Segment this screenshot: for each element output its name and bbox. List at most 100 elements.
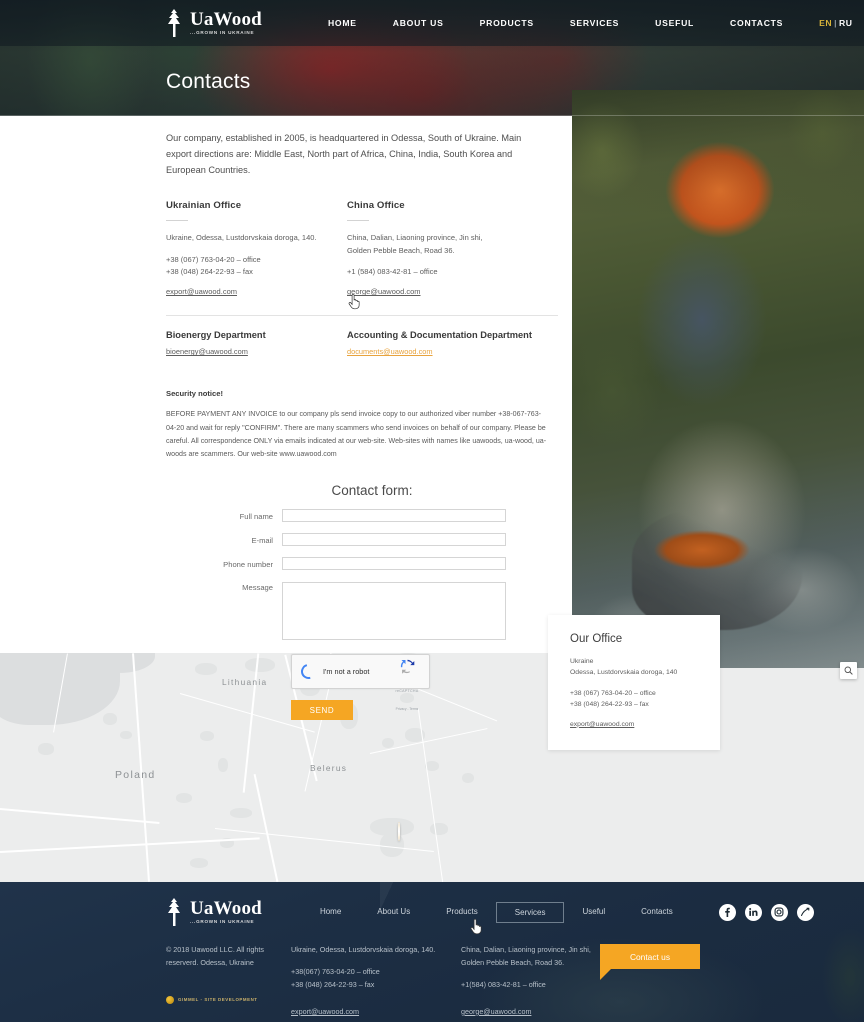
footer-nav-about-us[interactable]: About Us [359,902,428,923]
our-office-address: Odessa, Lustdorvskaia doroga, 140 [570,668,678,676]
office-phone: +38 (067) 763-04-20 – office [166,254,261,264]
office-address-line: Ukraine, Odessa, Lustdorvskaia doroga, 1… [166,233,317,243]
footer-nav: Home About Us Products Services Useful C… [302,901,691,923]
footer-copyright-column: © 2018 Uawood LLC. All rights reserverd.… [166,944,291,1019]
tree-logo-icon [166,9,183,37]
recaptcha-branding: reCAPTCHA Privacy - Terms [390,659,424,715]
copyright-line-2: reserverd. Odessa, Ukraine [166,957,254,967]
lang-ru[interactable]: RU [839,18,852,28]
footer-ua-email-link[interactable]: export@uawood.com [291,1007,359,1016]
department-email-link[interactable]: documents@uawood.com [347,347,433,356]
office-email-link[interactable]: export@uawood.com [166,287,237,296]
map-area [462,773,474,783]
nav-item-services[interactable]: SERVICES [552,18,637,28]
office-email-link[interactable]: george@uawood.com [347,287,421,296]
lumberjack-photo [572,90,864,668]
office-title: China Office [347,200,405,212]
fullname-input[interactable] [282,508,506,522]
map-location-pin[interactable] [398,822,409,841]
instagram-icon[interactable] [770,903,788,921]
department-email-link[interactable]: bioenergy@uawood.com [166,347,248,356]
photo-shading [572,90,864,668]
our-office-fax: +38 (048) 264-22-93 – fax [570,700,649,708]
tree-logo-icon [166,898,183,926]
map-search-control[interactable] [840,662,857,679]
map-road [0,808,160,824]
security-notice-body: BEFORE PAYMENT ANY INVOICE to our compan… [166,410,547,458]
map-area [430,823,448,835]
our-office-email-link[interactable]: export@uawood.com [570,721,634,728]
footer-nav-home[interactable]: Home [302,902,359,923]
map-area [190,858,208,868]
section-divider [166,315,558,317]
footer-ua-fax: +38 (048) 264-22-93 – fax [291,979,375,989]
map-label-belarus: Belerus [310,763,348,773]
office-fax: +38 (048) 264-22-93 – fax [166,267,253,277]
main-content: Our company, established in 2005, is hea… [0,116,572,744]
footer-cn-email-link[interactable]: george@uawood.com [461,1007,531,1016]
phone-label: Phone number [223,559,273,569]
message-textarea[interactable] [282,581,506,640]
footer-nav-services[interactable]: Services [495,901,565,923]
hero-divider [0,115,864,116]
nav-item-about-us[interactable]: ABOUT US [375,18,462,28]
footer-ukraine-column: Ukraine, Odessa, Lustdorvskaia doroga, 1… [291,944,461,1019]
form-row-message: Message [166,581,558,640]
nav-item-home[interactable]: HOME [310,18,375,28]
office-phone: +1 (584) 083-42-81 – office [347,267,438,277]
site-logo[interactable]: UaWood ...GROWN IN UKRAINE [166,9,262,37]
office-address-line: Golden Pebble Beach, Road 36. [347,245,455,255]
lang-separator: | [834,18,838,28]
logo-tagline: ...GROWN IN UKRAINE [190,30,255,36]
form-row-email: E-mail [166,532,558,546]
recaptcha-checkbox[interactable] [298,661,319,682]
map-area [38,743,54,755]
our-office-country: Ukraine [570,658,594,665]
recaptcha-icon [400,659,415,678]
page-title: Contacts [166,70,251,93]
contact-us-bubble-tail [600,969,611,980]
offices-section: Ukrainian Office Ukraine, Odessa, Lustdo… [166,200,558,299]
phone-input[interactable] [282,556,506,570]
developer-credit[interactable]: GIMMEL - SITE DEVELOPMENT [166,995,291,1004]
send-button[interactable]: SEND [291,700,353,721]
recaptcha-brand-text: reCAPTCHA [395,688,419,693]
footer-social-links [718,903,814,921]
language-switcher[interactable]: EN | RU [819,18,852,28]
email-input[interactable] [282,532,506,546]
recaptcha-links[interactable]: Privacy - Terms [396,707,419,711]
fullname-label: Full name [239,511,273,521]
form-row-phone: Phone number [166,556,558,570]
footer-ua-phone: +38(067) 763-04-20 – office [291,966,380,976]
office-address-line: China, Dalian, Liaoning province, Jin sh… [347,233,483,243]
nav-item-products[interactable]: PRODUCTS [462,18,552,28]
footer-nav-useful[interactable]: Useful [564,902,623,923]
office-block-ukraine: Ukrainian Office Ukraine, Odessa, Lustdo… [166,200,347,299]
email-label: E-mail [251,535,273,545]
department-title: Bioenergy Department [166,330,266,341]
title-underline [347,220,369,222]
map-label-poland: Poland [115,769,156,781]
our-office-title: Our Office [570,633,623,645]
copyright-line-1: © 2018 Uawood LLC. All rights [166,945,264,954]
facebook-icon[interactable] [718,903,736,921]
footer-nav-products[interactable]: Products [428,902,496,923]
map-area [230,808,252,818]
submit-row: SEND [166,700,558,745]
contact-us-button[interactable]: Contact us [600,944,700,969]
recaptcha-widget[interactable]: I'm not a robot reCAPTCHA Privacy - Term… [291,653,430,711]
footer-logo-tagline: ...GROWN IN UKRAINE [190,919,255,925]
footer-bottom-row: © 2018 Uawood LLC. All rights reserverd.… [166,944,864,1019]
nav-item-useful[interactable]: USEFUL [637,18,712,28]
top-navigation-bar: UaWood ...GROWN IN UKRAINE HOME ABOUT US… [0,0,864,46]
footer-nav-contacts[interactable]: Contacts [623,902,691,923]
map-area [176,793,192,803]
link-icon[interactable] [796,903,814,921]
lang-en[interactable]: EN [819,18,832,28]
nav-item-contacts[interactable]: CONTACTS [712,18,801,28]
map-road [253,774,279,882]
footer-logo[interactable]: UaWood ...GROWN IN UKRAINE [166,898,262,926]
captcha-row: I'm not a robot reCAPTCHA Privacy - Term… [166,653,558,711]
linkedin-icon[interactable] [744,903,762,921]
primary-nav: HOME ABOUT US PRODUCTS SERVICES USEFUL C… [310,18,801,28]
